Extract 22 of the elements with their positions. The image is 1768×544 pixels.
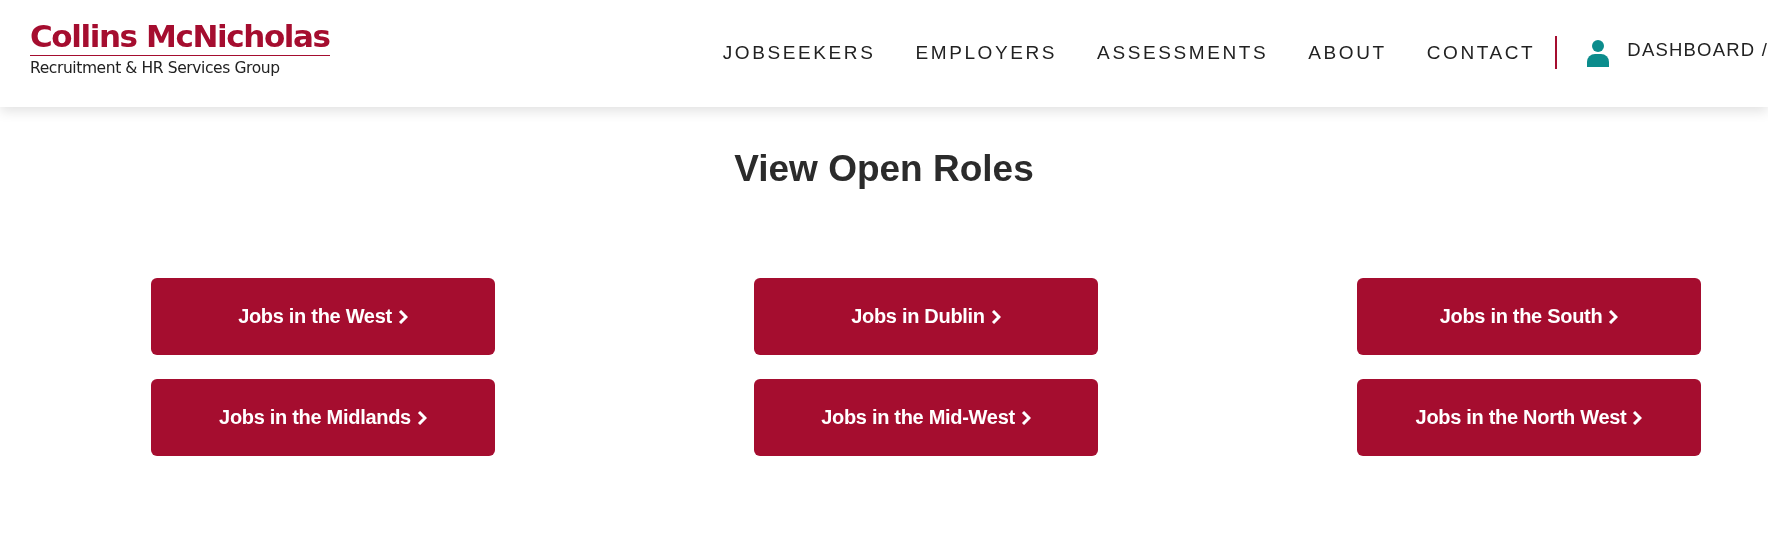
chevron-icon (1020, 410, 1031, 425)
chevron-icon (990, 309, 1001, 324)
role-button[interactable]: Jobs in the South (1357, 278, 1701, 355)
chevron-icon (397, 309, 408, 324)
chevron-icon (1608, 309, 1619, 324)
nav-link[interactable]: EMPLOYERS (915, 41, 1058, 64)
logo-name[interactable]: Collins McNicholas (30, 18, 330, 56)
nav-link[interactable]: CONTACT (1426, 41, 1536, 64)
role-button[interactable]: Jobs in the Mid-West (754, 379, 1098, 456)
role-button[interactable]: Jobs in the West (151, 278, 495, 355)
role-button[interactable]: Jobs in Dublin (754, 278, 1098, 355)
chevron-icon (416, 410, 427, 425)
dashboard-link[interactable]: DASHBOARD / (1627, 38, 1768, 61)
user-icon[interactable] (1587, 38, 1610, 67)
nav-link[interactable]: ABOUT (1308, 41, 1387, 64)
section-title: View Open Roles (733, 148, 1035, 190)
nav-link[interactable]: JOBSEEKERS (722, 41, 876, 64)
nav-link[interactable]: ASSESSMENTS (1097, 41, 1269, 64)
role-button[interactable]: Jobs in the North West (1357, 379, 1701, 456)
chevron-icon (1632, 410, 1643, 425)
logo-tagline: Recruitment & HR Services Group (30, 59, 281, 77)
role-button[interactable]: Jobs in the Midlands (151, 379, 495, 456)
